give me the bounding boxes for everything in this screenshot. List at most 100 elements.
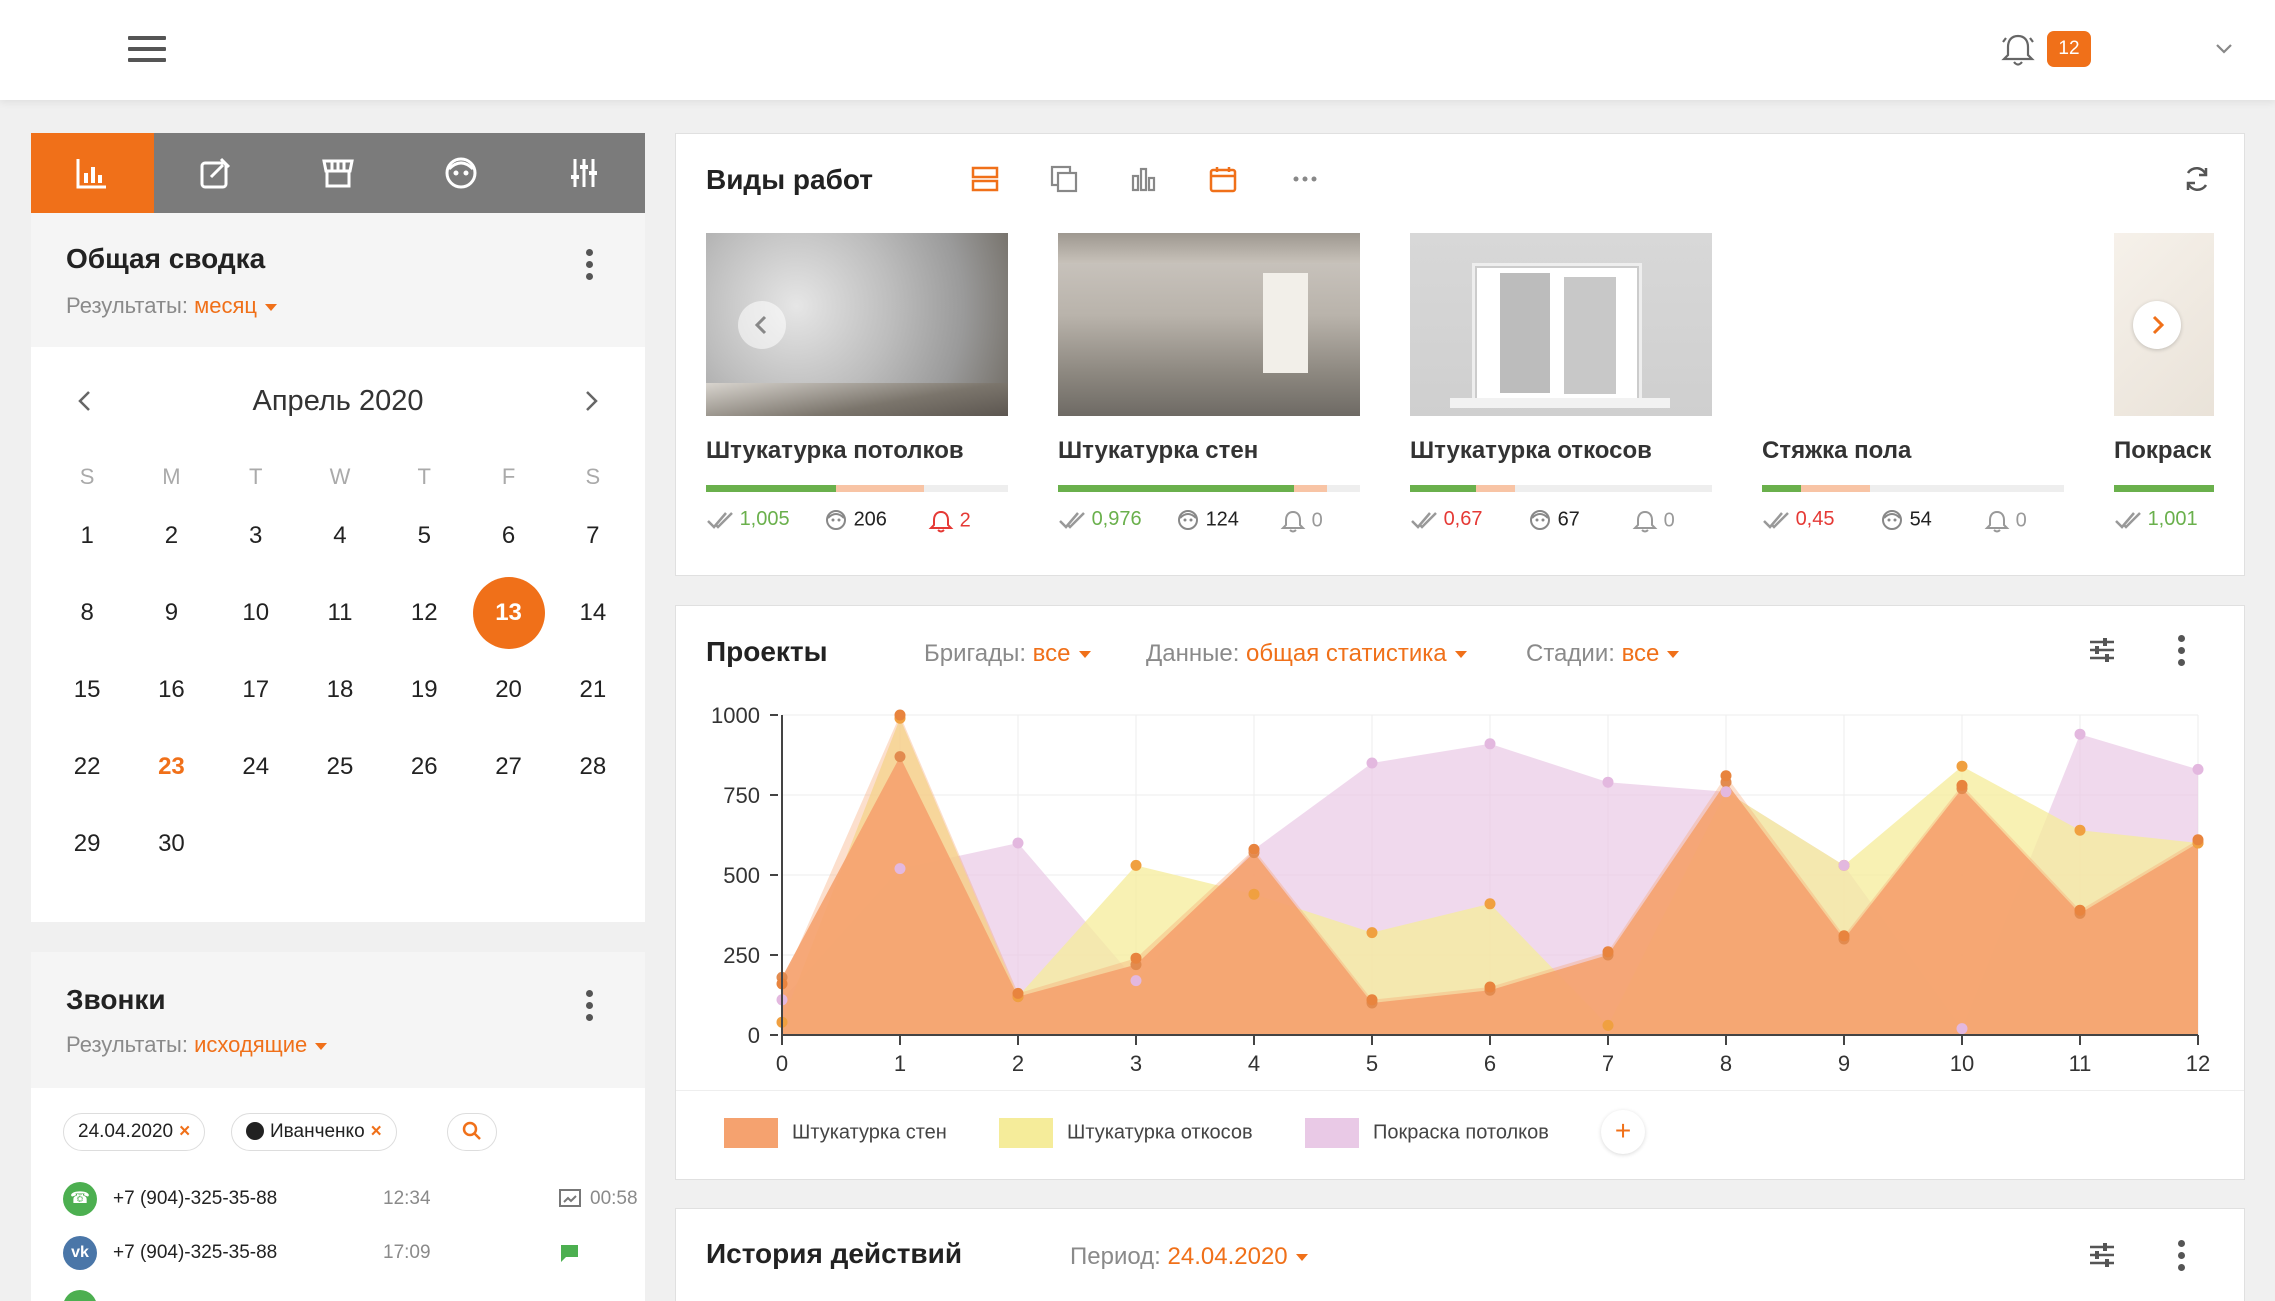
refresh-icon[interactable] <box>2181 163 2213 195</box>
filter-value[interactable]: 24.04.2020 <box>1168 1243 1288 1270</box>
filter-settings-icon[interactable] <box>2087 635 2117 665</box>
bar-chart-icon[interactable] <box>1129 164 1159 194</box>
search-button[interactable] <box>447 1113 497 1151</box>
calendar-day[interactable]: 8 <box>45 599 129 627</box>
bell-icon[interactable] <box>1998 30 2038 70</box>
tab-store[interactable] <box>277 133 400 213</box>
done-value: 0,45 <box>1795 508 1835 530</box>
calendar-day[interactable]: 24 <box>214 753 298 781</box>
tab-face[interactable] <box>399 133 522 213</box>
filter-settings-icon[interactable] <box>2087 1240 2117 1270</box>
summary-results-filter[interactable]: Результаты: месяц <box>66 293 277 319</box>
calendar-day[interactable]: 22 <box>45 753 129 781</box>
today-marker: 13 <box>472 576 545 649</box>
data-point <box>1248 843 1260 855</box>
calendar-day[interactable]: 19 <box>382 676 466 704</box>
calendar-day[interactable]: 18 <box>298 676 382 704</box>
calendar-grid: S M T W T F S 1 2 3 4 5 6 7 8 9 10 11 12 13 14 15 16 17 18 19 20 21… <box>45 457 635 882</box>
calendar-day[interactable]: 7 <box>551 522 635 550</box>
x-tick-label: 8 <box>1720 1051 1732 1076</box>
tab-stats[interactable] <box>31 133 154 213</box>
calendar-day[interactable]: 1 <box>45 522 129 550</box>
calendar-day[interactable]: 25 <box>298 753 382 781</box>
tab-settings[interactable] <box>522 133 645 213</box>
calendar-day[interactable]: 15 <box>45 676 129 704</box>
avatar <box>246 1122 264 1140</box>
calendar-day[interactable]: 17 <box>214 676 298 704</box>
data-point <box>1130 952 1142 964</box>
calendar-day[interactable]: 9 <box>129 599 213 627</box>
more-icon[interactable] <box>2176 635 2186 667</box>
calendar-day[interactable]: 2 <box>129 522 213 550</box>
call-row[interactable]: vk +7 (904)-325-35-88 17:09 <box>63 1234 623 1274</box>
caret-down-icon <box>1295 1254 1308 1262</box>
work-type-card[interactable]: Стяжка пола 0,45 54 0 <box>1762 233 2064 533</box>
person-filter-chip[interactable]: Иванченко × <box>231 1113 397 1151</box>
calls-results-filter[interactable]: Результаты: исходящие <box>66 1032 328 1058</box>
call-row[interactable] <box>63 1288 623 1301</box>
calendar-day[interactable]: 20 <box>466 676 550 704</box>
calendar-day[interactable]: 10 <box>214 599 298 627</box>
notification-count-badge[interactable]: 12 <box>2047 31 2091 67</box>
calendar-day[interactable]: 11 <box>298 599 382 627</box>
done-stat: 1,001 <box>2114 508 2198 531</box>
calendar-day[interactable]: 12 <box>382 599 466 627</box>
data-point <box>1720 770 1732 782</box>
filter-data[interactable]: Данные: общая статистика <box>1146 640 1467 668</box>
calendar-day[interactable]: 14 <box>551 599 635 627</box>
calendar-day[interactable]: 29 <box>45 830 129 858</box>
next-month-icon[interactable] <box>579 389 603 413</box>
history-period-filter[interactable]: Период: 24.04.2020 <box>1070 1243 1308 1271</box>
chevron-down-icon[interactable] <box>2213 38 2235 60</box>
more-icon[interactable] <box>584 249 594 281</box>
menu-icon[interactable] <box>128 36 166 64</box>
work-type-card[interactable]: Штукатурка откосов 0,67 67 0 <box>1410 233 1712 533</box>
date-filter-chip[interactable]: 24.04.2020 × <box>63 1113 206 1151</box>
workers-stat: 124 <box>1176 508 1239 532</box>
carousel-prev-button[interactable] <box>738 301 786 349</box>
results-value[interactable]: исходящие <box>194 1032 307 1057</box>
summary-header: Общая сводка Результаты: месяц <box>31 213 645 347</box>
call-phone: +7 (904)-325-35-88 <box>113 1242 278 1263</box>
calendar-day[interactable]: 3 <box>214 522 298 550</box>
filter-value[interactable]: общая статистика <box>1246 640 1447 667</box>
calendar-day[interactable]: 30 <box>129 830 213 858</box>
calendar-day[interactable]: 26 <box>382 753 466 781</box>
filter-stages[interactable]: Стадии: все <box>1526 640 1680 668</box>
work-type-card[interactable]: Штукатурка стен 0,976 124 0 <box>1058 233 1360 533</box>
call-row[interactable]: ☎ +7 (904)-325-35-88 12:34 00:58 <box>63 1180 638 1220</box>
more-icon[interactable] <box>584 990 594 1022</box>
x-tick-label: 4 <box>1248 1051 1260 1076</box>
calendar-day[interactable]: 6 <box>466 522 550 550</box>
calendar-day[interactable]: 5 <box>382 522 466 550</box>
close-icon[interactable]: × <box>179 1121 190 1142</box>
list-view-icon[interactable] <box>970 164 1000 194</box>
more-icon[interactable] <box>2176 1240 2186 1272</box>
face-icon <box>445 157 477 189</box>
filter-value[interactable]: все <box>1033 640 1071 667</box>
work-name: Покраск <box>2114 437 2212 464</box>
legend-item[interactable]: Штукатурка откосов <box>999 1118 1253 1148</box>
more-horizontal-icon[interactable] <box>1290 164 1320 194</box>
close-icon[interactable]: × <box>371 1121 382 1142</box>
work-type-card[interactable]: Покраск 1,001 <box>2114 233 2214 553</box>
calendar-day[interactable]: 28 <box>551 753 635 781</box>
copy-icon[interactable] <box>1049 164 1079 194</box>
calendar-day[interactable]: 13 <box>466 576 550 649</box>
calendar-day[interactable]: 16 <box>129 676 213 704</box>
calendar-day[interactable]: 27 <box>466 753 550 781</box>
tab-edit[interactable] <box>154 133 277 213</box>
add-series-button[interactable]: + <box>1601 1110 1645 1154</box>
filter-brigades[interactable]: Бригады: все <box>924 640 1091 668</box>
results-value[interactable]: месяц <box>194 293 257 318</box>
legend-item[interactable]: Штукатурка стен <box>724 1118 947 1148</box>
calendar-day[interactable]: 23 <box>129 753 213 781</box>
calendar-day[interactable]: 4 <box>298 522 382 550</box>
calendar-icon[interactable] <box>1208 164 1238 194</box>
legend-item[interactable]: Покраска потолков <box>1305 1118 1549 1148</box>
filter-value[interactable]: все <box>1622 640 1660 667</box>
carousel-next-button[interactable] <box>2133 301 2181 349</box>
done-value: 1,001 <box>2147 508 2198 530</box>
calendar-day[interactable]: 21 <box>551 676 635 704</box>
divider <box>676 1090 2244 1091</box>
